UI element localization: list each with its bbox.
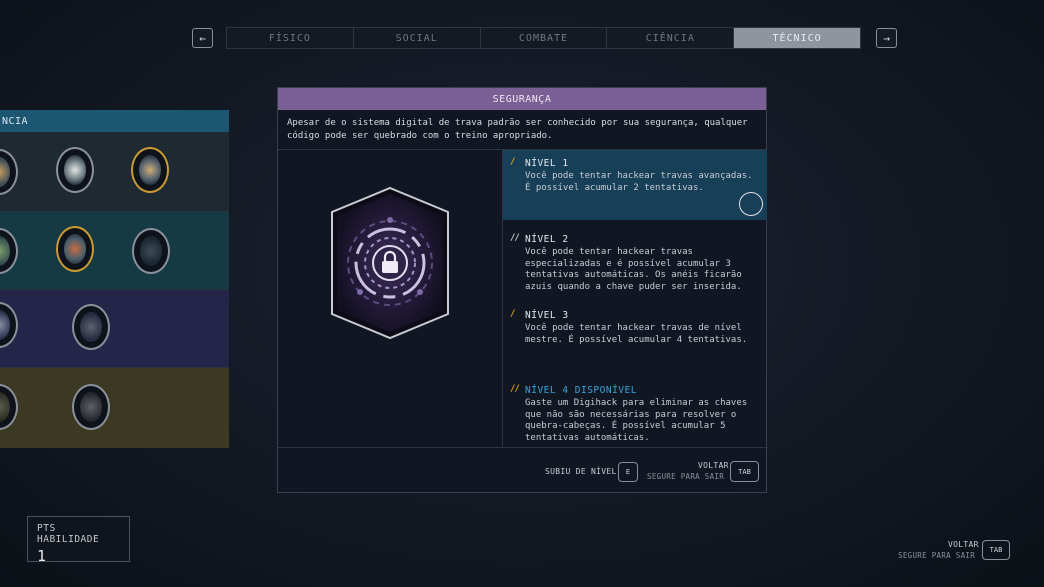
- rank-text: Você pode tentar hackear travas especial…: [525, 247, 742, 292]
- rank-bars: /: [510, 309, 516, 319]
- security-lock-icon: [331, 186, 449, 340]
- panel-footer: SUBIU DE NÍVEL E VOLTAR SEGURE PARA SAIR…: [278, 447, 768, 493]
- skill-icon[interactable]: [56, 147, 94, 193]
- back-label: VOLTAR: [698, 461, 729, 470]
- next-category-button[interactable]: →: [876, 28, 897, 48]
- skill-icon[interactable]: [0, 302, 18, 348]
- rank-bars: //: [510, 384, 520, 394]
- rank-title: NÍVEL 1: [525, 157, 569, 169]
- tab-tecnico[interactable]: TÉCNICO: [734, 28, 860, 48]
- rankup-key-button[interactable]: E: [618, 462, 638, 482]
- rank-bars: /: [510, 157, 516, 167]
- rank-2[interactable]: // NÍVEL 2 Você pode tentar hackear trav…: [503, 226, 767, 300]
- skill-icon[interactable]: [72, 384, 110, 430]
- tab-combate[interactable]: COMBATE: [481, 28, 608, 48]
- panel-title: SEGURANÇA: [278, 88, 766, 110]
- rank-text: Você pode tentar hackear travas avançada…: [525, 171, 753, 193]
- prev-category-button[interactable]: ←: [192, 28, 213, 48]
- tab-ciencia[interactable]: CIÊNCIA: [607, 28, 735, 48]
- skill-icon[interactable]: [72, 304, 110, 350]
- rank-bars: //: [510, 233, 520, 243]
- category-tabs: FÍSICO SOCIAL COMBATE CIÊNCIA TÉCNICO: [226, 27, 861, 49]
- global-back-key-button[interactable]: TAB: [982, 540, 1010, 560]
- skill-icon[interactable]: [0, 149, 18, 195]
- global-back-label: VOLTAR: [948, 540, 979, 549]
- global-back-hold-label: SEGURE PARA SAIR: [898, 551, 976, 560]
- rank-text: Você pode tentar hackear travas de nível…: [525, 323, 748, 345]
- rank-title: NÍVEL 4 DISPONÍVEL: [525, 384, 637, 396]
- tier-2: [0, 212, 229, 290]
- skill-icon[interactable]: [56, 226, 94, 272]
- rank-list: / NÍVEL 1 Você pode tentar hackear trava…: [503, 150, 767, 447]
- skill-tree: NCIA: [0, 110, 229, 448]
- rank-4[interactable]: // NÍVEL 4 DISPONÍVEL Gaste um Digihack …: [503, 377, 767, 447]
- tab-social[interactable]: SOCIAL: [354, 28, 481, 48]
- skill-icon[interactable]: [132, 228, 170, 274]
- skill-icon[interactable]: [0, 384, 18, 430]
- skill-detail-panel: SEGURANÇA Apesar de o sistema digital de…: [277, 87, 768, 493]
- skill-points-box: PTS HABILIDADE 1: [27, 516, 130, 565]
- skill-icon[interactable]: [0, 228, 18, 274]
- rank-select-circle-icon[interactable]: [739, 192, 763, 216]
- skill-icon[interactable]: [131, 147, 169, 193]
- rank-3[interactable]: / NÍVEL 3 Você pode tentar hackear trava…: [503, 302, 767, 372]
- tier-1: [0, 132, 229, 212]
- rank-title: NÍVEL 3: [525, 309, 569, 321]
- rank-1[interactable]: / NÍVEL 1 Você pode tentar hackear trava…: [503, 150, 767, 220]
- tab-fisico[interactable]: FÍSICO: [227, 28, 354, 48]
- rankup-label: SUBIU DE NÍVEL: [545, 467, 617, 476]
- back-hold-label: SEGURE PARA SAIR: [647, 472, 725, 481]
- back-key-button[interactable]: TAB: [730, 461, 759, 482]
- skill-points-label: PTS HABILIDADE: [37, 523, 100, 545]
- tier-3: [0, 290, 229, 368]
- tree-header: NCIA: [0, 110, 229, 132]
- tier-4: [0, 368, 229, 448]
- skill-art-area: [278, 150, 503, 447]
- skill-points-value: 1: [37, 547, 47, 565]
- skill-description: Apesar de o sistema digital de trava pad…: [278, 110, 766, 150]
- rank-title: NÍVEL 2: [525, 233, 569, 245]
- rank-text: Gaste um Digihack para eliminar as chave…: [525, 398, 748, 443]
